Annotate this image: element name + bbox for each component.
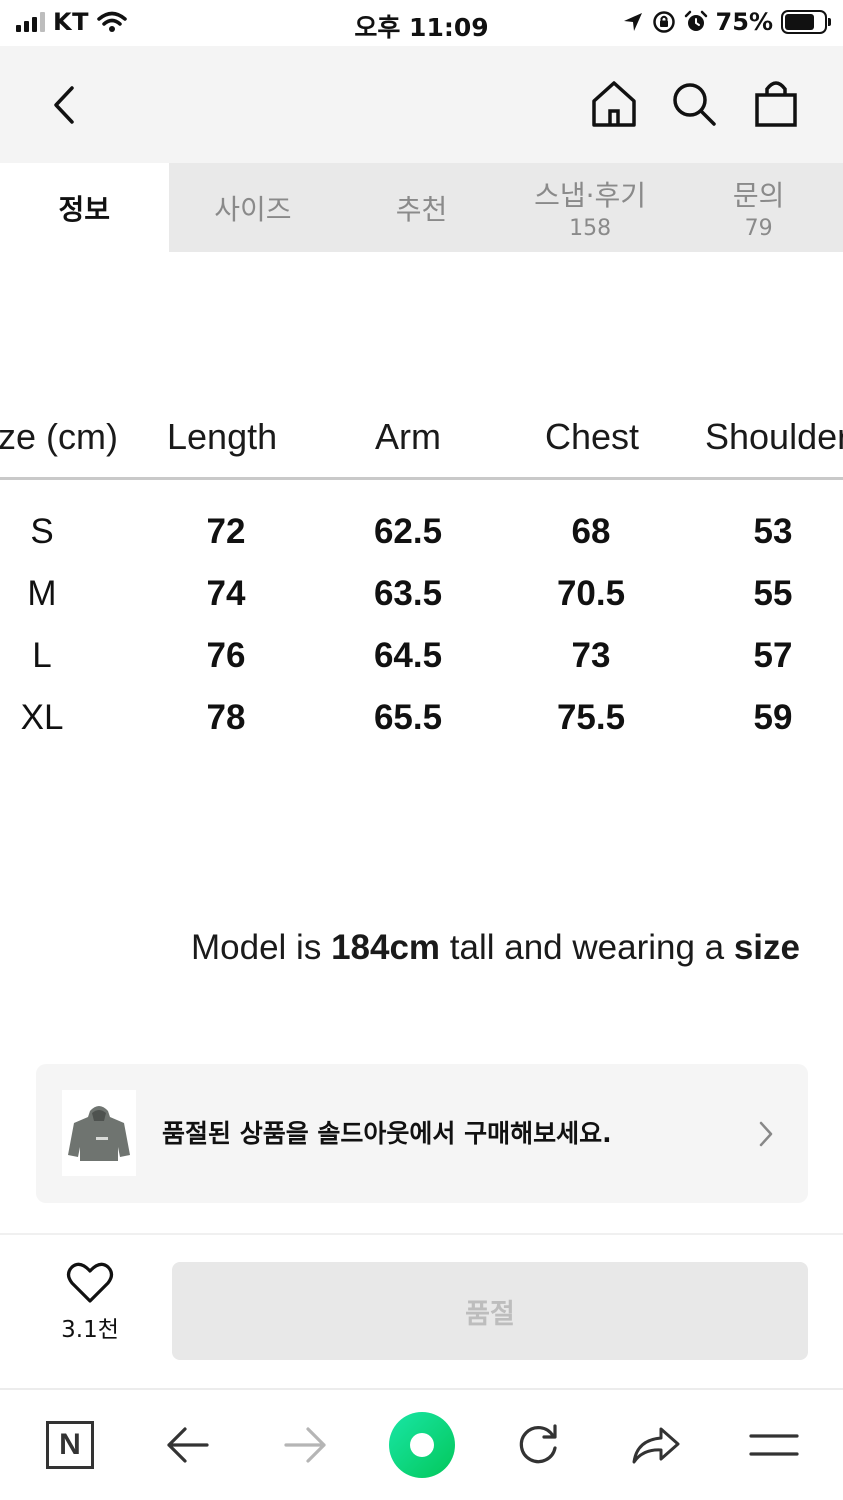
menu-button[interactable] [739, 1410, 809, 1480]
table-row: S 72 62.5 68 53 [0, 500, 843, 562]
status-right: 75% [622, 8, 831, 36]
cell-arm: 65.5 [373, 698, 443, 737]
model-height: 184cm [331, 928, 441, 967]
table-row: XL 78 65.5 75.5 59 [0, 686, 843, 748]
home-button[interactable] [588, 76, 640, 132]
back-icon [167, 1427, 209, 1463]
jacket-image [68, 1106, 130, 1161]
menu-icon [749, 1434, 799, 1456]
tab-label: 문의 [732, 179, 785, 212]
tab-snap-review[interactable]: 스냅·후기 158 [506, 163, 675, 252]
status-bar: KT 오후 11:09 75% [0, 0, 843, 46]
back-button[interactable] [40, 80, 90, 130]
header-chest: Chest [545, 416, 640, 457]
battery-icon [781, 10, 831, 34]
tab-inquiry[interactable]: 문의 79 [674, 163, 843, 252]
tab-size[interactable]: 사이즈 [169, 163, 338, 252]
cell-arm: 64.5 [373, 636, 443, 675]
header-shoulder: Shoulder [705, 416, 843, 457]
table-row: L 76 64.5 73 57 [0, 624, 843, 686]
rotation-lock-icon [652, 11, 675, 33]
header-arm: Arm [375, 416, 441, 457]
tab-count: 158 [569, 216, 612, 241]
browser-back-button[interactable] [153, 1410, 223, 1480]
cell-arm: 62.5 [373, 512, 443, 551]
share-icon [632, 1427, 680, 1464]
model-note: Model is 184cm tall and wearing a size [191, 928, 800, 968]
tab-recommend[interactable]: 추천 [337, 163, 506, 252]
cell-size: S [30, 512, 54, 551]
green-dot-button[interactable] [387, 1410, 457, 1480]
cell-size: L [32, 636, 52, 675]
product-thumbnail [62, 1090, 136, 1176]
cell-chest: 73 [571, 636, 611, 675]
tab-label: 사이즈 [214, 192, 292, 226]
model-note-middle: tall and wearing a [440, 928, 734, 967]
tab-label: 추천 [395, 192, 448, 226]
green-dot-icon [389, 1412, 455, 1478]
naver-n-icon: N [46, 1421, 94, 1469]
tab-count: 79 [744, 216, 773, 241]
chevron-right-icon [759, 1121, 773, 1147]
shopping-bag-icon [755, 81, 797, 127]
cell-size: XL [20, 698, 64, 737]
reload-button[interactable] [503, 1410, 573, 1480]
heart-icon [66, 1262, 114, 1303]
table-row: M 74 63.5 70.5 55 [0, 562, 843, 624]
alarm-icon [684, 10, 707, 31]
like-button[interactable]: 3.1천 [50, 1262, 130, 1344]
home-icon [592, 81, 636, 127]
search-icon [673, 83, 716, 126]
forward-icon [284, 1427, 326, 1463]
top-nav [0, 46, 843, 163]
cell-shoulder: 55 [753, 574, 793, 613]
soldout-button[interactable]: 품절 [172, 1262, 808, 1360]
cell-length: 74 [206, 574, 246, 613]
cell-shoulder: 53 [753, 512, 793, 551]
cell-shoulder: 57 [753, 636, 793, 675]
divider [0, 1233, 843, 1235]
model-note-prefix: Model is [191, 928, 332, 967]
battery-percent: 75% [715, 8, 773, 36]
cell-chest: 70.5 [556, 574, 626, 613]
cell-length: 72 [206, 512, 246, 551]
browser-toolbar: N [0, 1388, 843, 1500]
cart-button[interactable] [750, 76, 802, 132]
back-arrow-icon [54, 86, 74, 124]
location-arrow-icon [623, 13, 642, 31]
cell-chest: 68 [571, 512, 611, 551]
cell-shoulder: 59 [753, 698, 793, 737]
reload-icon [519, 1424, 557, 1464]
like-count: 3.1천 [61, 1317, 119, 1343]
tab-label: 스냅·후기 [534, 179, 647, 212]
model-size: size [733, 928, 800, 967]
cell-arm: 63.5 [373, 574, 443, 613]
size-chart: ze (cm) Length Arm Chest Shoulder S 72 6… [0, 400, 843, 748]
product-tabs: 정보 사이즈 추천 스냅·후기 158 문의 79 [0, 163, 843, 252]
cell-length: 78 [206, 698, 246, 737]
search-button[interactable] [668, 76, 720, 132]
cell-length: 76 [206, 636, 246, 675]
size-chart-header: ze (cm) Length Arm Chest Shoulder [0, 400, 843, 480]
header-size: ze (cm) [0, 416, 118, 457]
tab-label: 정보 [58, 192, 111, 226]
browser-forward-button[interactable] [270, 1410, 340, 1480]
tab-info[interactable]: 정보 [0, 163, 169, 252]
cell-chest: 75.5 [556, 698, 626, 737]
soldout-banner[interactable]: 품절된 상품을 솔드아웃에서 구매해보세요. [36, 1064, 808, 1203]
header-length: Length [167, 416, 278, 457]
naver-home-button[interactable]: N [35, 1410, 105, 1480]
soldout-banner-text: 품절된 상품을 솔드아웃에서 구매해보세요. [162, 1119, 612, 1148]
cell-size: M [27, 574, 57, 613]
share-button[interactable] [621, 1410, 691, 1480]
